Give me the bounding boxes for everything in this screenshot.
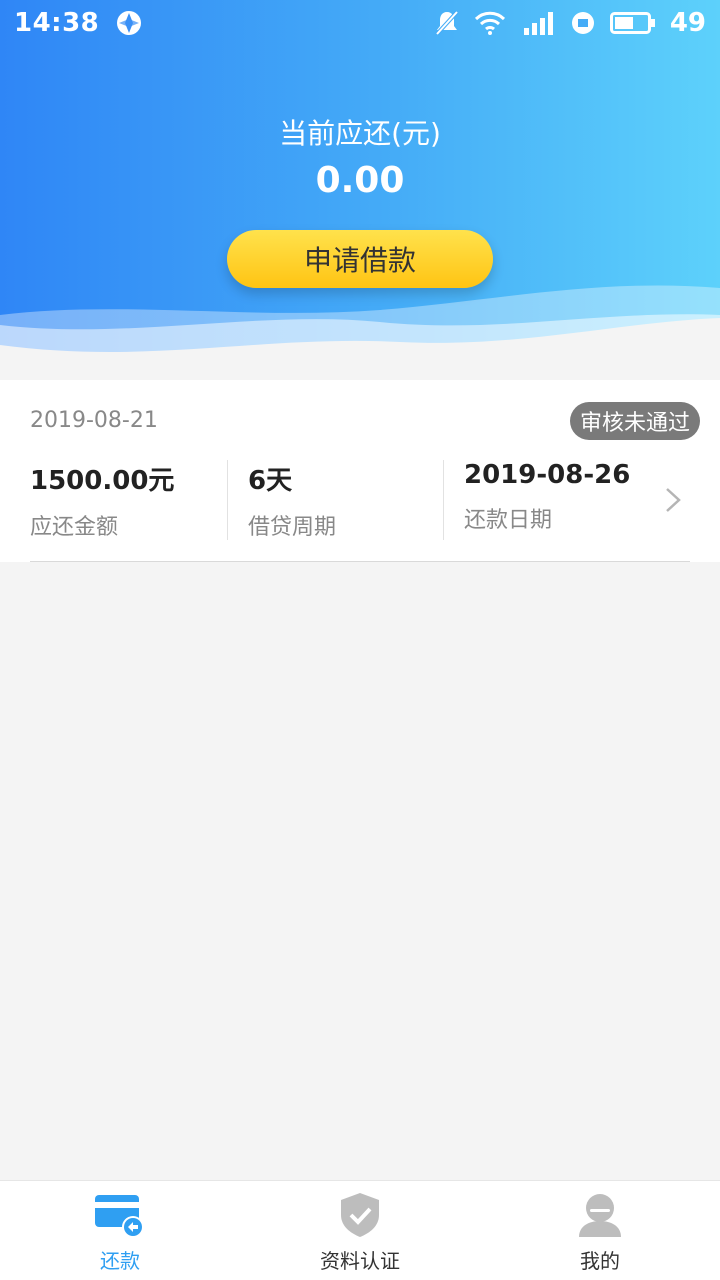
column-divider	[227, 460, 228, 540]
loan-info-row: 1500.00元 应还金额 6天 借贷周期 2019-08-26 还款日期	[0, 460, 720, 540]
status-badge: 审核未通过	[569, 402, 700, 440]
nav-label-repay: 还款	[100, 1249, 140, 1273]
battery-icon	[609, 12, 655, 34]
status-bar: 14:38 49	[0, 0, 720, 46]
column-divider	[443, 460, 444, 540]
repay-amount-cell: 1500.00元 应还金额	[30, 460, 174, 540]
repay-date-value: 2019-08-26	[464, 460, 631, 490]
wifi-icon	[474, 11, 505, 35]
repay-date-label: 还款日期	[464, 508, 553, 533]
nav-item-verification[interactable]: 资料认证	[240, 1181, 480, 1280]
status-time: 14:38	[14, 8, 100, 38]
battery-level: 49	[669, 8, 706, 38]
loan-record-card[interactable]: 2019-08-21 审核未通过 1500.00元 应还金额 6天 借贷周期 2…	[0, 380, 720, 562]
repay-amount-value: 1500.00元	[30, 466, 175, 496]
bell-muted-icon	[435, 10, 459, 36]
nav-item-repay[interactable]: 还款	[0, 1181, 240, 1280]
signal-4g-icon	[523, 12, 553, 35]
amount-title: 当前应还(元)	[279, 117, 441, 150]
amount-value: 0.00	[315, 160, 405, 201]
nav-label-mine: 我的	[580, 1249, 620, 1273]
loan-period-cell: 6天 借贷周期	[248, 460, 336, 540]
app-icon	[117, 11, 142, 35]
nav-item-mine[interactable]: 我的	[480, 1181, 720, 1280]
bottom-nav: 还款 资料认证 我的	[0, 1180, 720, 1280]
loan-apply-date: 2019-08-21	[30, 408, 158, 433]
loan-period-value: 6天	[248, 466, 293, 496]
user-icon	[579, 1194, 621, 1237]
repay-date-cell: 2019-08-26 还款日期	[464, 460, 630, 540]
shield-check-icon	[341, 1193, 379, 1237]
loan-period-label: 借贷周期	[248, 515, 337, 540]
header: 14:38 49 当前应还(元) 0.00 申请借款	[0, 0, 720, 370]
nav-label-verification: 资料认证	[320, 1249, 400, 1273]
hd-icon	[571, 12, 594, 34]
card-divider	[30, 561, 690, 562]
card-repay-icon	[95, 1195, 144, 1238]
status-icons: 49	[434, 8, 706, 38]
chevron-right-icon[interactable]	[664, 486, 682, 514]
repay-amount-label: 应还金额	[30, 515, 119, 540]
screen: 14:38 49 当前应还(元) 0.00 申请借款 2019-08-21 审核…	[0, 0, 720, 1280]
header-wave	[0, 285, 720, 370]
